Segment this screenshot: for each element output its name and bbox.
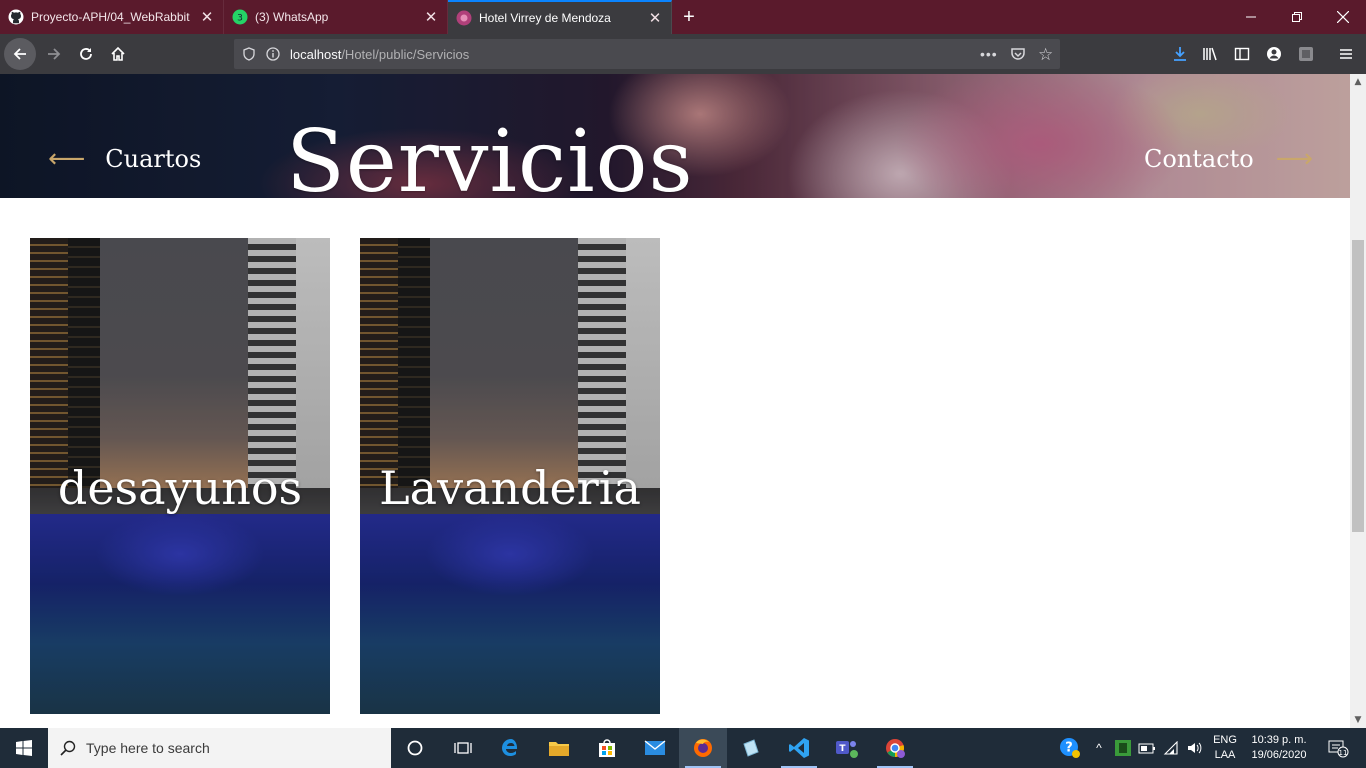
shield-icon[interactable]	[242, 47, 256, 61]
vertical-scrollbar[interactable]: ▲ ▼	[1350, 74, 1366, 728]
volume-icon[interactable]	[1184, 728, 1206, 768]
close-tab-icon[interactable]: ✕	[199, 8, 215, 26]
next-section-label: Contacto	[1144, 145, 1254, 173]
whatsapp-badge: 3	[237, 14, 243, 24]
extension-icon[interactable]	[1290, 38, 1322, 70]
url-path: /Hotel/public/Servicios	[341, 46, 470, 62]
library-icon[interactable]	[1194, 38, 1226, 70]
service-label: desayunos	[57, 461, 303, 515]
close-window-icon[interactable]	[1320, 0, 1366, 34]
next-section-link[interactable]: Contacto ⟶	[1144, 144, 1313, 174]
firefox-icon[interactable]	[679, 728, 727, 768]
bookmark-star-icon[interactable]: ☆	[1038, 45, 1053, 65]
web-page: ⟵ Cuartos Servicios Contacto ⟶ desayunos…	[0, 74, 1350, 728]
info-icon[interactable]	[266, 47, 280, 61]
sidebar-icon[interactable]	[1226, 38, 1258, 70]
service-card-lavanderia[interactable]: Lavanderia	[360, 238, 660, 714]
chrome-icon[interactable]	[871, 728, 919, 768]
page-title: Servicios	[286, 112, 694, 198]
cortana-icon[interactable]	[391, 728, 439, 768]
svg-text:T: T	[839, 744, 846, 754]
svg-text:?: ?	[1065, 741, 1073, 756]
taskbar-search-box[interactable]: Type here to search	[48, 728, 391, 768]
tab-whatsapp[interactable]: 3 (3) WhatsApp ✕	[224, 0, 448, 34]
windows-taskbar: Type here to search T ? ^ ENG LAA 10:39 …	[0, 728, 1366, 768]
scroll-up-icon[interactable]: ▲	[1350, 74, 1366, 90]
home-icon[interactable]	[102, 38, 134, 70]
service-label: Lavanderia	[379, 461, 641, 515]
hero-banner: ⟵ Cuartos Servicios Contacto ⟶	[0, 74, 1350, 198]
windows-start-icon[interactable]	[0, 728, 48, 768]
page-actions-icon[interactable]: •••	[980, 46, 998, 62]
wifi-icon[interactable]	[1160, 728, 1182, 768]
lang-bottom: LAA	[1214, 749, 1236, 761]
app-tray-icon[interactable]	[1112, 728, 1134, 768]
store-icon[interactable]	[583, 728, 631, 768]
service-card-desayunos[interactable]: desayunos	[30, 238, 330, 714]
task-view-icon[interactable]	[439, 728, 487, 768]
url-host: localhost	[290, 46, 342, 62]
search-icon	[60, 740, 76, 756]
new-tab-button[interactable]: +	[672, 0, 706, 34]
browser-toolbar: localhost/Hotel/public/Servicios ••• ☆	[0, 34, 1366, 74]
file-explorer-icon[interactable]	[535, 728, 583, 768]
clock[interactable]: 10:39 p. m. 19/06/2020	[1244, 728, 1314, 768]
tab-title: Proyecto-APH/04_WebRabbit a	[31, 10, 193, 24]
whatsapp-icon: 3	[232, 9, 248, 25]
menu-icon[interactable]	[1330, 38, 1362, 70]
notification-center-icon[interactable]: 11	[1320, 728, 1356, 768]
clock-time: 10:39 p. m.	[1251, 734, 1307, 746]
prev-section-label: Cuartos	[105, 145, 202, 173]
notification-count: 11	[1339, 749, 1348, 757]
github-icon	[8, 9, 24, 25]
tab-github[interactable]: Proyecto-APH/04_WebRabbit a ✕	[0, 0, 224, 34]
close-tab-icon[interactable]: ✕	[423, 8, 439, 26]
battery-icon[interactable]	[1136, 728, 1158, 768]
back-icon[interactable]	[4, 38, 36, 70]
teams-icon[interactable]: T	[823, 728, 871, 768]
vscode-icon[interactable]	[775, 728, 823, 768]
minimize-icon[interactable]	[1228, 0, 1274, 34]
tab-title: Hotel Virrey de Mendoza	[479, 11, 611, 25]
help-icon[interactable]: ?	[1056, 728, 1084, 768]
search-placeholder: Type here to search	[86, 740, 210, 756]
tray-expand-icon[interactable]: ^	[1090, 728, 1108, 768]
arrow-right-icon: ⟶	[1275, 144, 1314, 174]
clock-date: 19/06/2020	[1251, 749, 1307, 761]
prev-section-link[interactable]: ⟵ Cuartos	[48, 144, 201, 174]
restore-icon[interactable]	[1274, 0, 1320, 34]
pocket-icon[interactable]	[1010, 46, 1026, 62]
notes-app-icon[interactable]	[727, 728, 775, 768]
language-indicator[interactable]: ENG LAA	[1210, 728, 1240, 768]
browser-tab-strip: Proyecto-APH/04_WebRabbit a ✕ 3 (3) What…	[0, 0, 1366, 34]
lang-top: ENG	[1213, 734, 1237, 746]
address-bar[interactable]: localhost/Hotel/public/Servicios ••• ☆	[234, 39, 1060, 69]
close-tab-icon[interactable]: ✕	[647, 9, 663, 27]
scrollbar-thumb[interactable]	[1352, 240, 1364, 532]
account-icon[interactable]	[1258, 38, 1290, 70]
tab-title: (3) WhatsApp	[255, 10, 329, 24]
download-icon[interactable]	[1164, 38, 1196, 70]
arrow-left-icon: ⟵	[48, 144, 86, 174]
edge-icon[interactable]	[487, 728, 535, 768]
mail-icon[interactable]	[631, 728, 679, 768]
forward-icon[interactable]	[38, 38, 70, 70]
reload-icon[interactable]	[70, 38, 102, 70]
tab-hotel[interactable]: Hotel Virrey de Mendoza ✕	[448, 0, 672, 34]
site-icon	[456, 10, 472, 26]
scroll-down-icon[interactable]: ▼	[1350, 712, 1366, 728]
